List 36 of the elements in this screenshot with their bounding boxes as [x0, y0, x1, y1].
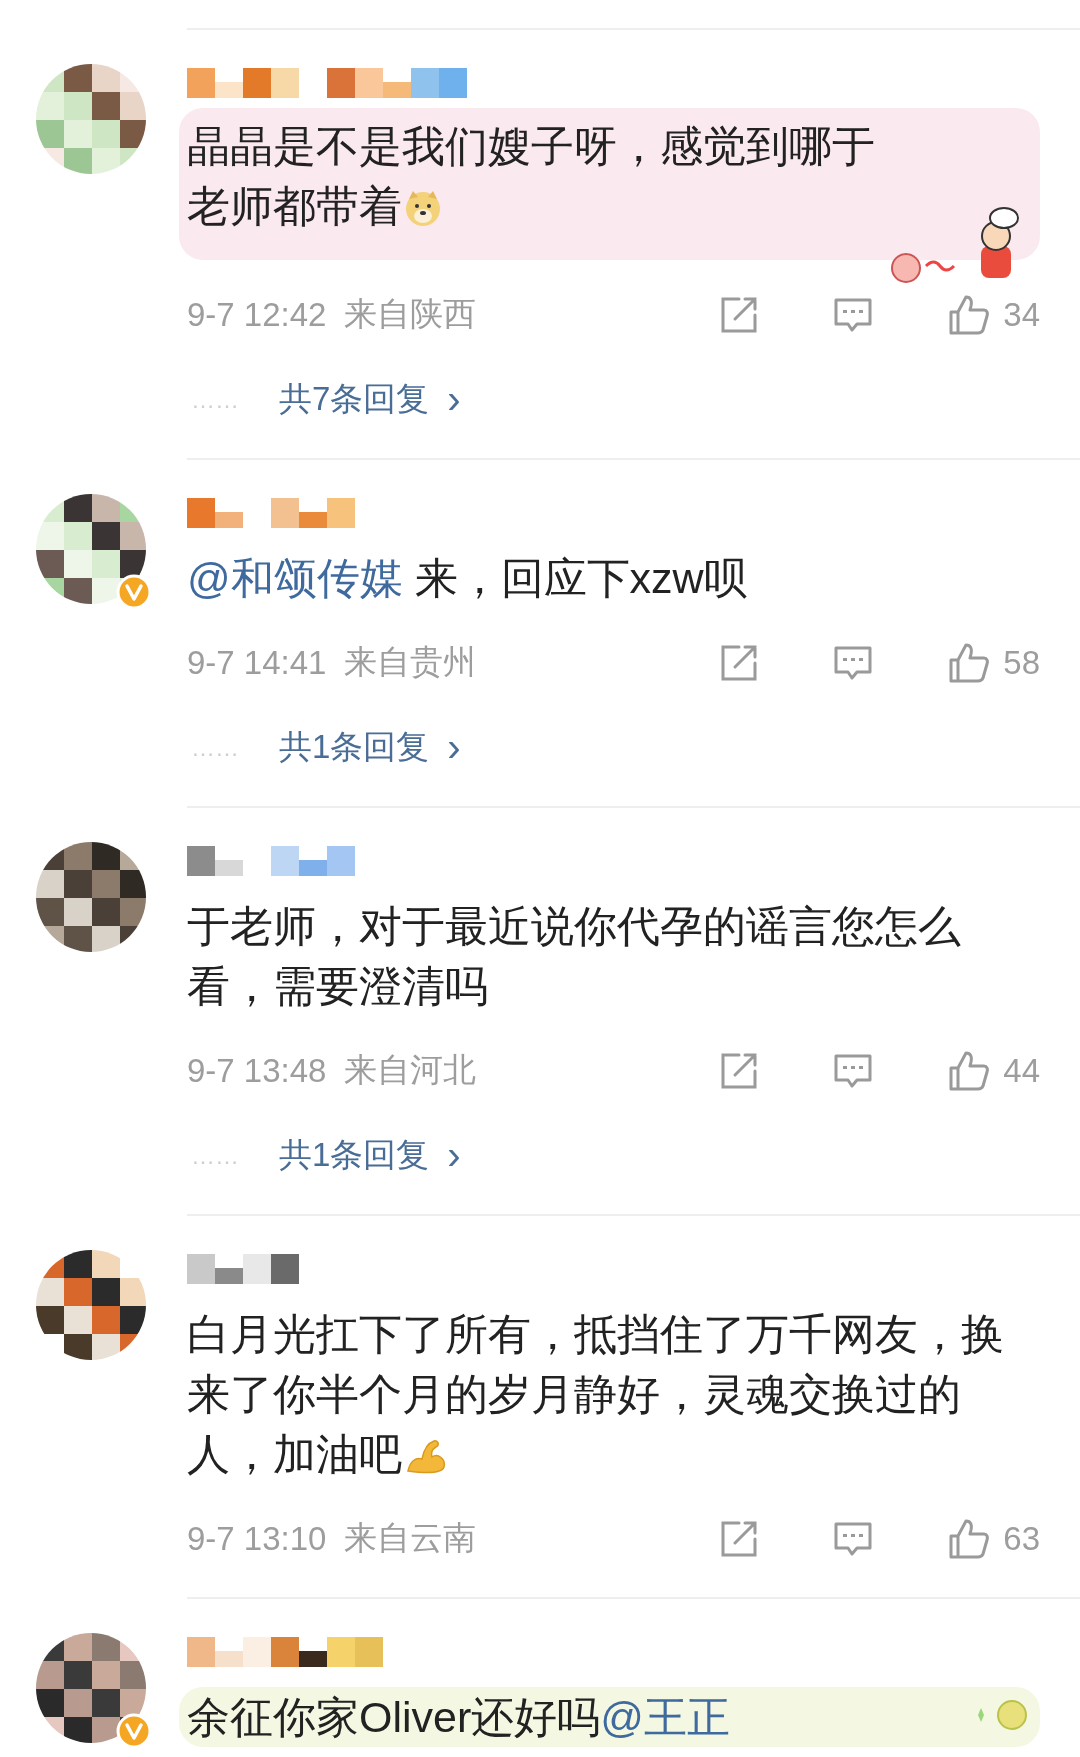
comment-text: 余征你家Oliver还好吗@王正: [187, 1692, 731, 1743]
mention-link[interactable]: @王正: [600, 1693, 730, 1741]
dots-text: ……: [191, 1141, 240, 1170]
avatar[interactable]: [36, 1250, 146, 1360]
avatar[interactable]: [36, 494, 146, 604]
comment-text: 晶晶是不是我们嫂子呀，感觉到哪于老师都带着: [187, 121, 876, 232]
mention-link[interactable]: @和颂传媒: [187, 554, 403, 602]
thumbs-up-icon: [947, 293, 990, 336]
avatar[interactable]: [36, 1633, 146, 1743]
timestamp: 9-7 12:42: [187, 295, 327, 334]
timestamp: 9-7 14:41: [187, 643, 327, 682]
avatar[interactable]: [36, 64, 146, 174]
flexed-arm-icon: [404, 1437, 448, 1475]
like-button[interactable]: 44: [947, 1049, 1040, 1092]
dog-face-icon: [404, 189, 442, 227]
timestamp: 9-7 13:10: [187, 1519, 327, 1558]
thumbs-up-icon: [947, 1517, 990, 1560]
location-text: 来自河北: [344, 1050, 477, 1090]
comment-text: 于老师，对于最近说你代孕的谣言您怎么看，需要澄清吗: [187, 901, 962, 1012]
location-text: 来自云南: [344, 1518, 477, 1558]
timestamp: 9-7 13:48: [187, 1051, 327, 1090]
avatar[interactable]: [36, 842, 146, 952]
replies-link[interactable]: 共1条回复 ›: [279, 725, 461, 770]
location-text: 来自贵州: [344, 642, 477, 682]
thumbs-up-icon: [947, 641, 990, 684]
dots-text: ……: [191, 733, 240, 762]
thumbs-up-icon: [947, 1049, 990, 1092]
comment-text: 白月光扛下了所有，抵挡住了万千网友，换来了你半个月的岁月静好，灵魂交换过的人，加油吧: [187, 1309, 1005, 1480]
replies-link[interactable]: 共1条回复 ›: [279, 1133, 461, 1178]
dots-text: ……: [191, 385, 240, 414]
like-button[interactable]: 58: [947, 641, 1040, 684]
like-button[interactable]: 63: [947, 1517, 1040, 1560]
comment-text: @和颂传媒 来，回应下xzw呗: [187, 553, 748, 604]
replies-link[interactable]: 共7条回复 ›: [279, 377, 461, 422]
like-button[interactable]: 34: [947, 293, 1040, 336]
location-text: 来自陕西: [344, 294, 477, 334]
